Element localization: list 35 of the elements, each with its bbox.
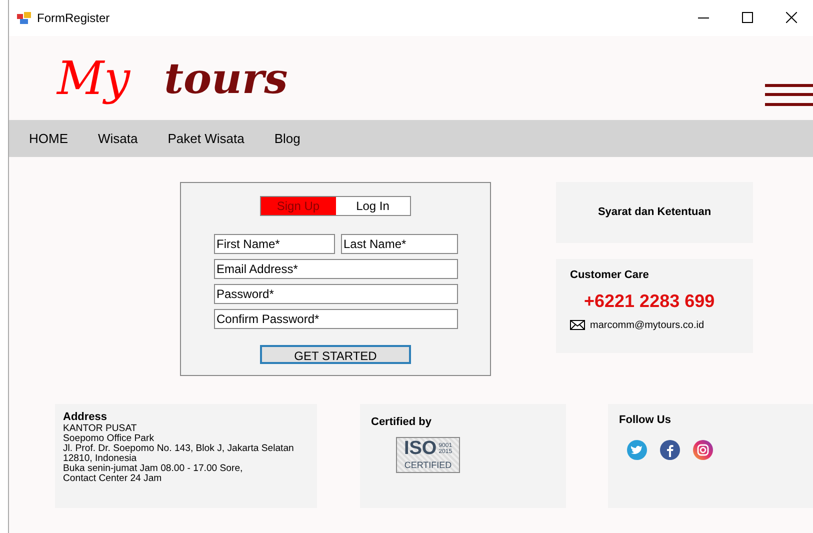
address-line: Soepomo Office Park [63,434,156,444]
terms-link[interactable]: Syarat dan Ketentuan [598,204,712,221]
section-heading: Address [63,412,108,424]
facebook-icon[interactable] [659,438,681,460]
input-field[interactable]: Confirm Password* [214,309,458,329]
get-started-button[interactable]: GET STARTED [260,345,411,364]
address-line: Jl. Prof. Dr. Soepomo No. 143, Blok J, Jakarta Selatan [63,444,295,454]
window-title: FormRegister [37,10,110,27]
section-heading: Customer Care [570,268,650,283]
logo-text: tours [164,52,288,104]
logo-text: My [57,50,130,106]
address-line: KANTOR PUSAT [63,424,138,434]
maximize-icon[interactable] [742,12,752,24]
section-heading: Follow Us [619,413,672,428]
address-line: 12810, Indonesia [63,454,137,464]
nav-link[interactable]: Wisata [98,128,138,148]
section-heading: Certified by [371,415,433,430]
nav-link[interactable]: HOME [29,128,68,148]
input-field[interactable]: Last Name* [340,234,458,254]
input-field[interactable]: Password* [214,284,458,304]
nav-link[interactable]: Paket Wisata [168,128,244,148]
input-field[interactable]: First Name* [214,234,334,254]
envelope-icon [570,320,585,330]
tab[interactable]: Log In [336,197,410,215]
menu-icon[interactable] [765,84,813,106]
email-address: marcomm@mytours.co.id [590,318,704,332]
phone-number: +6221 2283 699 [584,290,716,312]
instagram-icon[interactable] [692,438,714,460]
address-line: Contact Center 24 Jam [63,474,163,484]
nav-link[interactable]: Blog [274,128,300,148]
close-icon[interactable] [786,12,796,24]
input-field[interactable]: Email Address* [214,259,458,279]
app-icon [17,12,31,24]
twitter-icon[interactable] [626,438,648,460]
address-line: Buka senin-jumat Jam 08.00 - 17.00 Sore, [63,464,244,474]
